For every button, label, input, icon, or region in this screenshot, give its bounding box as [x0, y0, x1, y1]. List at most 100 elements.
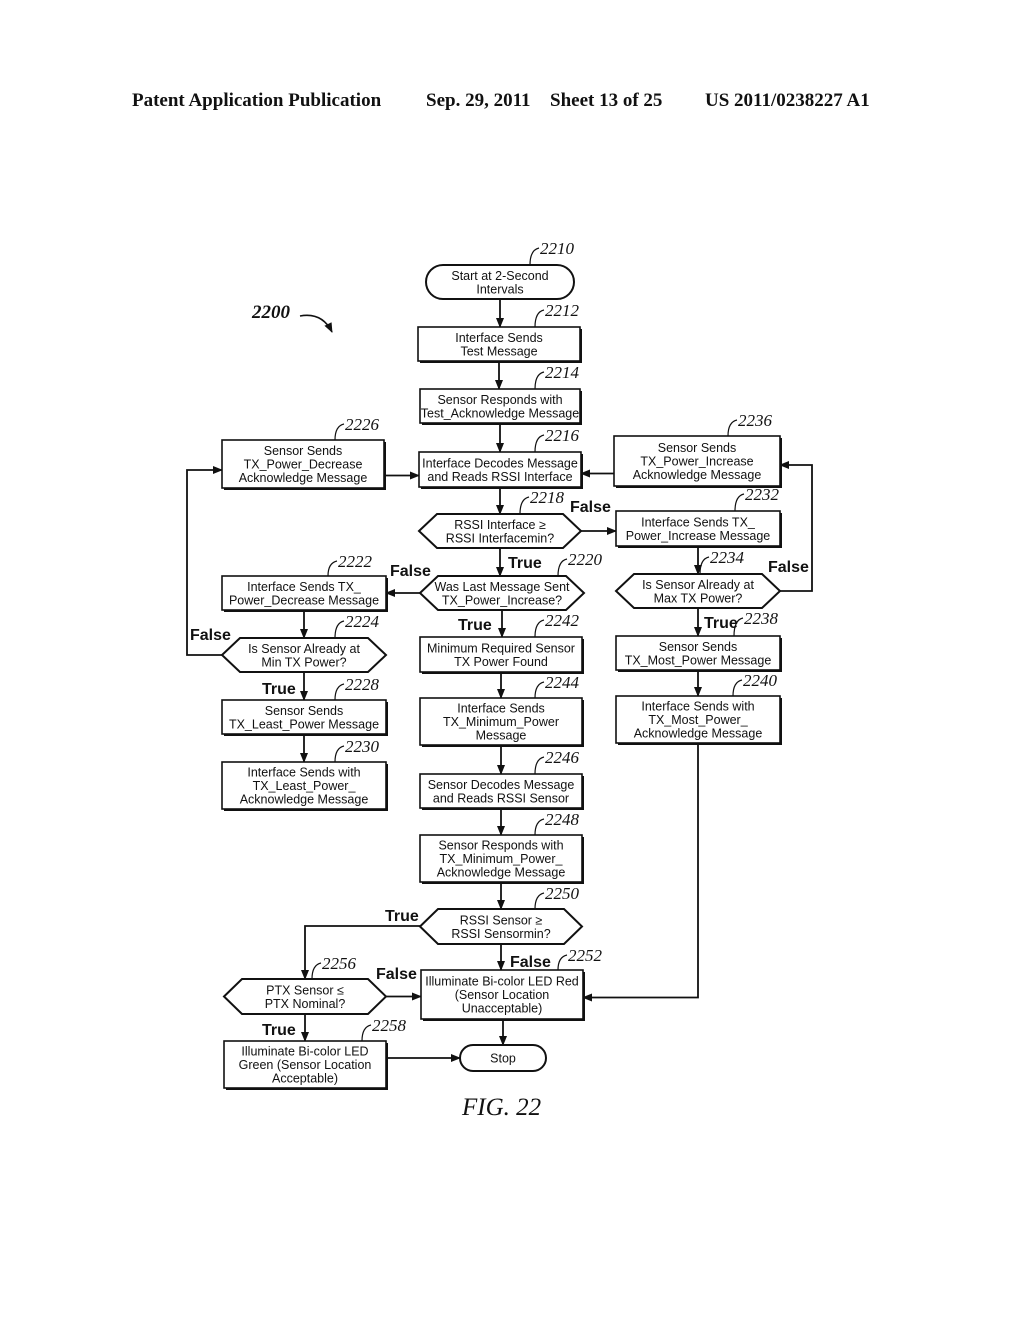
edge-label-true: True: [508, 555, 542, 572]
ref-number: 2214: [545, 363, 580, 382]
node-text-line: RSSI Sensormin?: [451, 927, 550, 941]
ref-leader: [519, 496, 530, 515]
node-text-line: Acknowledge Message: [437, 866, 566, 880]
node-text-line: Start at 2-Second: [451, 269, 548, 283]
ref-number: 2232: [745, 485, 780, 504]
ref-number: 2216: [545, 426, 580, 445]
edge-label-false: False: [510, 954, 551, 971]
edge-label-false: False: [190, 627, 231, 644]
ref-number: 2236: [738, 411, 773, 430]
ref-number: 2210: [540, 239, 575, 258]
edge-label-true: True: [385, 908, 419, 925]
node-text-line: Intervals: [476, 282, 523, 296]
ref-leader: [557, 558, 568, 577]
node-text-line: Green (Sensor Location: [239, 1058, 372, 1072]
ref-number: 2256: [322, 954, 357, 973]
node-text-line: Test_Acknowledge Message: [421, 406, 579, 420]
edge-label-false: False: [376, 966, 417, 983]
node-text-line: Max TX Power?: [654, 591, 743, 605]
ref-leader: [334, 745, 345, 763]
ref-number: 2222: [338, 552, 373, 571]
node-2248: Sensor Responds withTX_Minimum_Power_Ack…: [419, 810, 584, 884]
ref-leader: [699, 556, 710, 575]
ref-number: 2258: [372, 1016, 407, 1035]
node-text-line: Interface Sends: [455, 331, 543, 345]
ref-number: 2234: [710, 548, 745, 567]
node-text-line: TX_Least_Power Message: [229, 717, 379, 731]
edge-label-true: True: [262, 1022, 296, 1039]
node-text-line: Interface Sends with: [641, 700, 754, 714]
ref-leader: [534, 434, 545, 453]
node-text-line: Is Sensor Already at: [642, 578, 754, 592]
node-text-line: RSSI Sensor ≥: [460, 913, 543, 927]
ref-number: 2244: [545, 673, 580, 692]
ref-number: 2252: [568, 946, 603, 965]
node-2258: Illuminate Bi-color LEDGreen (Sensor Loc…: [223, 1016, 407, 1090]
ref-number: 2250: [545, 884, 580, 903]
node-stop: Stop: [459, 1044, 547, 1072]
node-2240: Interface Sends withTX_Most_Power_Acknow…: [615, 671, 782, 745]
ref-leader: [534, 309, 545, 328]
node-text-line: Interface Sends TX_: [641, 515, 756, 529]
ref-number: 2230: [345, 737, 380, 756]
node-text-line: Stop: [490, 1052, 516, 1066]
node-text-line: Acceptable): [272, 1072, 338, 1086]
node-2216: Interface Decodes Messageand Reads RSSI …: [418, 426, 583, 489]
node-2222: Interface Sends TX_Power_Decrease Messag…: [221, 552, 388, 612]
node-text-line: TX Power Found: [454, 655, 548, 669]
ref-leader: [334, 423, 345, 441]
ref-leader: [727, 419, 738, 437]
node-text-line: Illuminate Bi-color LED Red: [425, 975, 579, 989]
ref-number: 2228: [345, 675, 380, 694]
node-text-line: Interface Decodes Message: [422, 456, 578, 470]
node-text-line: Acknowledge Message: [634, 727, 763, 741]
ref-number: 2226: [345, 415, 380, 434]
ref-leader: [534, 818, 545, 836]
edge-label-true: True: [262, 681, 296, 698]
ref-leader: [334, 683, 345, 701]
node-text-line: TX_Minimum_Power: [443, 715, 559, 729]
node-text-line: RSSI Interface ≥: [454, 518, 546, 532]
node-text-line: Acknowledge Message: [239, 471, 368, 485]
node-text-line: Test Message: [460, 344, 537, 358]
node-text-line: Sensor Sends: [264, 444, 343, 458]
ref-leader: [534, 371, 545, 390]
ref-leader: [557, 954, 568, 971]
node-2210: Start at 2-SecondIntervals 2210: [425, 239, 575, 300]
edge-label-true: True: [704, 615, 738, 632]
node-text-line: TX_Most_Power Message: [625, 653, 772, 667]
node-text-line: TX_Power_Decrease: [244, 458, 363, 472]
node-2236: Sensor SendsTX_Power_IncreaseAcknowledge…: [613, 411, 782, 488]
node-text-line: and Reads RSSI Interface: [427, 470, 572, 484]
node-text-line: Is Sensor Already at: [248, 642, 360, 656]
ref-number: 2220: [568, 550, 603, 569]
node-text-line: Sensor Responds with: [438, 839, 563, 853]
node-text-line: Interface Sends with: [247, 766, 360, 780]
node-2244: Interface SendsTX_Minimum_PowerMessage 22…: [419, 673, 584, 747]
node-2232: Interface Sends TX_Power_Increase Messag…: [615, 485, 782, 548]
node-text-line: (Sensor Location: [455, 988, 550, 1002]
edge-label-false: False: [390, 563, 431, 580]
node-text-line: TX_Least_Power_: [253, 779, 357, 793]
node-text-line: RSSI Interfacemin?: [446, 531, 554, 545]
ref-leader: [534, 619, 545, 638]
ref-number: 2242: [545, 611, 580, 630]
ref-leader: [734, 493, 745, 512]
ref-leader: [534, 756, 545, 775]
node-text-line: Message: [476, 729, 527, 743]
node-2246: Sensor Decodes Messageand Reads RSSI Sen…: [419, 748, 584, 810]
node-2230: Interface Sends withTX_Least_Power_Ackno…: [221, 737, 388, 811]
node-text-line: Illuminate Bi-color LED: [241, 1045, 368, 1059]
node-2226: Sensor SendsTX_Power_DecreaseAcknowledge…: [221, 415, 386, 490]
node-text-line: TX_Minimum_Power_: [440, 852, 564, 866]
ref-leader: [534, 681, 545, 699]
ref-leader: [361, 1024, 372, 1042]
node-text-line: Sensor Responds with: [437, 393, 562, 407]
edge-label-false: False: [768, 559, 809, 576]
ref-number: 2240: [743, 671, 778, 690]
node-2214: Sensor Responds withTest_Acknowledge Mes…: [419, 363, 582, 425]
node-text-line: Min TX Power?: [261, 655, 346, 669]
node-text-line: PTX Sensor ≤: [266, 983, 344, 997]
node-text-line: Acknowledge Message: [633, 468, 762, 482]
figure-label: FIG. 22: [462, 1094, 542, 1121]
